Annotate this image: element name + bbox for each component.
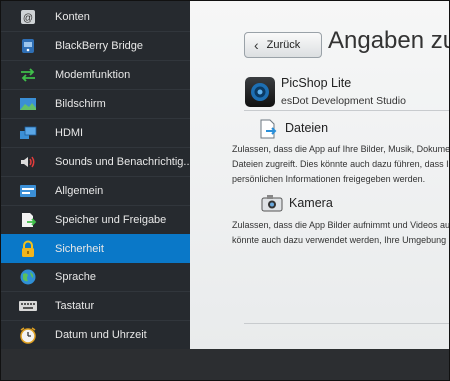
sidebar-item-label: HDMI (55, 127, 84, 139)
sidebar-item-hdmi[interactable]: HDMI (1, 119, 190, 147)
permission-camera-title: Kamera (289, 196, 333, 210)
sidebar-item-label: Bildschirm (55, 98, 106, 110)
sidebar-item-label: Allgemein (55, 185, 104, 197)
permission-files-desc-line: Dateien zugreift. Dies könnte auch dazu … (232, 159, 450, 169)
sidebar-item-tastatur[interactable]: Tastatur (1, 292, 190, 320)
sidebar-item-bildschirm[interactable]: Bildschirm (1, 90, 190, 118)
modem-arrows-icon (18, 66, 38, 84)
globe-icon (18, 268, 38, 286)
sidebar-item-label: Datum und Uhrzeit (55, 329, 147, 341)
accounts-icon: @ (18, 8, 38, 26)
settings-sidebar: @ Konten BlackBerry Bridge Modemfunktion (1, 1, 190, 349)
lock-icon (18, 240, 38, 258)
app-icon (245, 77, 275, 107)
storage-share-icon (18, 211, 38, 229)
camera-icon (261, 194, 283, 217)
sidebar-item-label: Tastatur (55, 300, 95, 312)
sidebar-item-datum-uhrzeit[interactable]: Datum und Uhrzeit (1, 321, 190, 349)
sidebar-item-speicher-freigabe[interactable]: Speicher und Freigabe (1, 206, 190, 234)
sidebar-item-label: Sounds und Benachrichtig... (55, 156, 190, 168)
display-icon (18, 95, 38, 113)
sidebar-item-label: Konten (55, 11, 90, 23)
sidebar-item-sicherheit[interactable]: Sicherheit (1, 234, 190, 263)
divider (244, 323, 449, 324)
blackberry-bridge-icon (18, 37, 38, 55)
app-window: @ Konten BlackBerry Bridge Modemfunktion (0, 0, 450, 381)
page-title: Angaben zu Berechtigungen (328, 27, 449, 54)
speaker-icon (18, 153, 38, 171)
sidebar-item-modemfunktion[interactable]: Modemfunktion (1, 61, 190, 89)
sidebar-item-label: Sicherheit (55, 242, 104, 255)
permission-camera-desc-line: Zulassen, dass die App Bilder aufnimmt u… (232, 220, 450, 230)
sidebar-item-label: Speicher und Freigabe (55, 214, 167, 226)
permission-files-title: Dateien (285, 121, 329, 135)
app-developer: esDot Development Studio (281, 95, 406, 107)
back-button-label: Zurück (266, 39, 301, 51)
sidebar-item-label: Modemfunktion (55, 69, 131, 81)
sidebar-item-blackberry-bridge[interactable]: BlackBerry Bridge (1, 32, 190, 60)
back-button[interactable]: ‹ Zurück (244, 32, 322, 58)
clock-icon (18, 326, 38, 344)
bottom-bar (1, 349, 449, 380)
files-icon (258, 119, 278, 144)
permission-camera-desc-line: könnte auch dazu verwendet werden, Ihre … (232, 235, 449, 245)
permission-files-desc-line: Zulassen, dass die App auf Ihre Bilder, … (232, 144, 450, 154)
sidebar-item-label: BlackBerry Bridge (55, 40, 144, 52)
permission-details-panel: ‹ Zurück Angaben zu Berechtigungen PicSh… (190, 1, 450, 349)
sidebar-item-label: Sprache (55, 271, 96, 283)
keyboard-icon (18, 297, 38, 315)
app-name: PicShop Lite (281, 76, 352, 90)
sidebar-item-sounds[interactable]: Sounds und Benachrichtig... (1, 148, 190, 176)
sidebar-item-allgemein[interactable]: Allgemein (1, 177, 190, 205)
sidebar-item-konten[interactable]: @ Konten (1, 3, 190, 31)
permission-files-desc-line: persönlichen Informationen freigegeben w… (232, 174, 426, 184)
chevron-left-icon: ‹ (254, 37, 259, 53)
svg-text:@: @ (23, 13, 33, 24)
general-icon (18, 182, 38, 200)
divider (244, 110, 449, 111)
sidebar-item-sprache[interactable]: Sprache (1, 263, 190, 291)
hdmi-icon (18, 124, 38, 142)
